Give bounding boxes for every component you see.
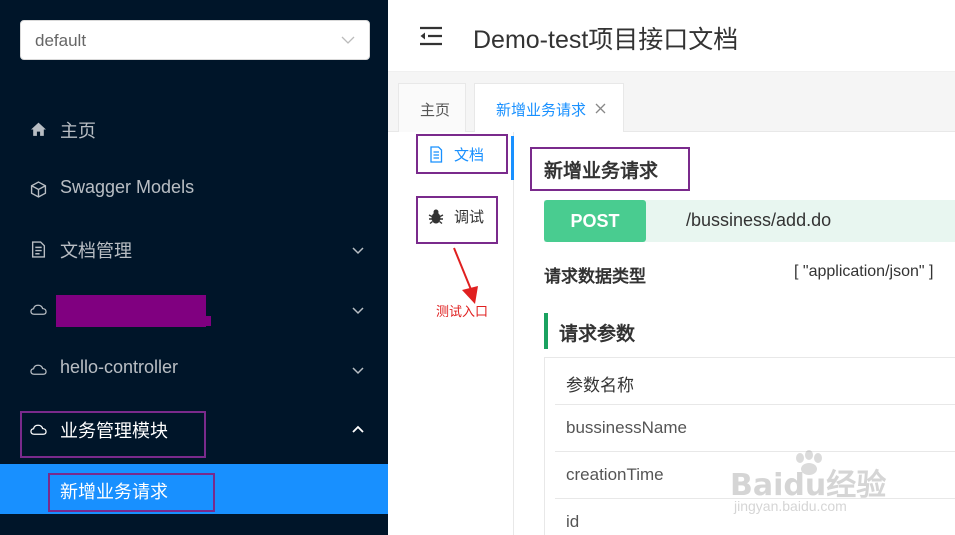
group-select[interactable]: default — [20, 20, 370, 60]
tab-home[interactable]: 主页 — [398, 83, 466, 132]
tab-label: 主页 — [420, 102, 451, 119]
endpoint-url: /bussiness/add.do — [686, 210, 832, 230]
menu-item-label: 文档管理 — [60, 241, 132, 261]
menu-item-doc-manage[interactable]: 文档管理 — [0, 224, 388, 274]
section-marker — [544, 313, 548, 349]
http-method-badge: POST — [544, 200, 646, 242]
watermark-url: jingyan.baidu.com — [734, 498, 847, 514]
chevron-down-icon — [352, 307, 364, 315]
doc-debug-tabs: 文档 调试 — [388, 132, 514, 535]
tab-label: 新增业务请求 — [496, 102, 587, 119]
annotation-box — [416, 196, 498, 244]
menu-item-swagger-models[interactable]: Swagger Models — [0, 164, 388, 214]
chevron-down-icon — [352, 247, 364, 255]
tab-add-business-request[interactable]: 新增业务请求 — [474, 83, 624, 132]
annotation-arrow-icon — [453, 247, 478, 304]
menu-item-label: hello-controller — [60, 357, 179, 377]
header: Demo-test项目接口文档 — [388, 0, 955, 72]
content-type-label: 请求数据类型 — [544, 267, 646, 286]
menu-fold-icon[interactable] — [419, 26, 443, 46]
cloud-icon — [30, 304, 47, 315]
baidu-watermark: Baidu经验 jingyan.baidu.com — [730, 450, 910, 520]
params-section-title: 请求参数 — [559, 324, 636, 345]
chevron-up-icon — [352, 425, 364, 433]
sidebar: default 主页 Swagger Models 文档管理 hello-con… — [0, 0, 388, 535]
chevron-down-icon — [341, 36, 355, 44]
annotation-box — [20, 411, 206, 458]
tab-bar: 主页 新增业务请求 — [388, 72, 955, 132]
redaction-block — [95, 316, 211, 326]
params-table-header: 参数名称 — [555, 358, 955, 405]
endpoint-row: POST /bussiness/add.do — [544, 200, 955, 242]
param-name: creationTime — [566, 465, 664, 484]
group-select-value: default — [35, 31, 87, 50]
menu-item-hello-controller[interactable]: hello-controller — [0, 344, 388, 394]
page-title: Demo-test项目接口文档 — [473, 26, 739, 54]
document-icon — [31, 241, 46, 258]
menu-item-label: 主页 — [60, 121, 96, 141]
home-icon — [31, 122, 46, 136]
cloud-icon — [30, 364, 47, 375]
annotation-box — [48, 473, 215, 512]
active-indicator — [511, 136, 514, 180]
content-type-value: [ "application/json" ] — [794, 263, 934, 280]
annotation-box — [530, 147, 690, 191]
annotation-box — [416, 134, 508, 174]
param-name: id — [566, 512, 580, 531]
cube-icon — [30, 181, 47, 198]
menu-item-label: Swagger Models — [60, 177, 195, 197]
param-name: bussinessName — [566, 418, 687, 437]
menu-item-home[interactable]: 主页 — [0, 104, 388, 154]
annotation-label: 测试入口 — [436, 304, 489, 319]
params-header-cell: 参数名称 — [566, 376, 634, 395]
chevron-down-icon — [352, 367, 364, 375]
table-row: bussinessName — [555, 405, 955, 452]
close-icon[interactable] — [595, 103, 606, 114]
